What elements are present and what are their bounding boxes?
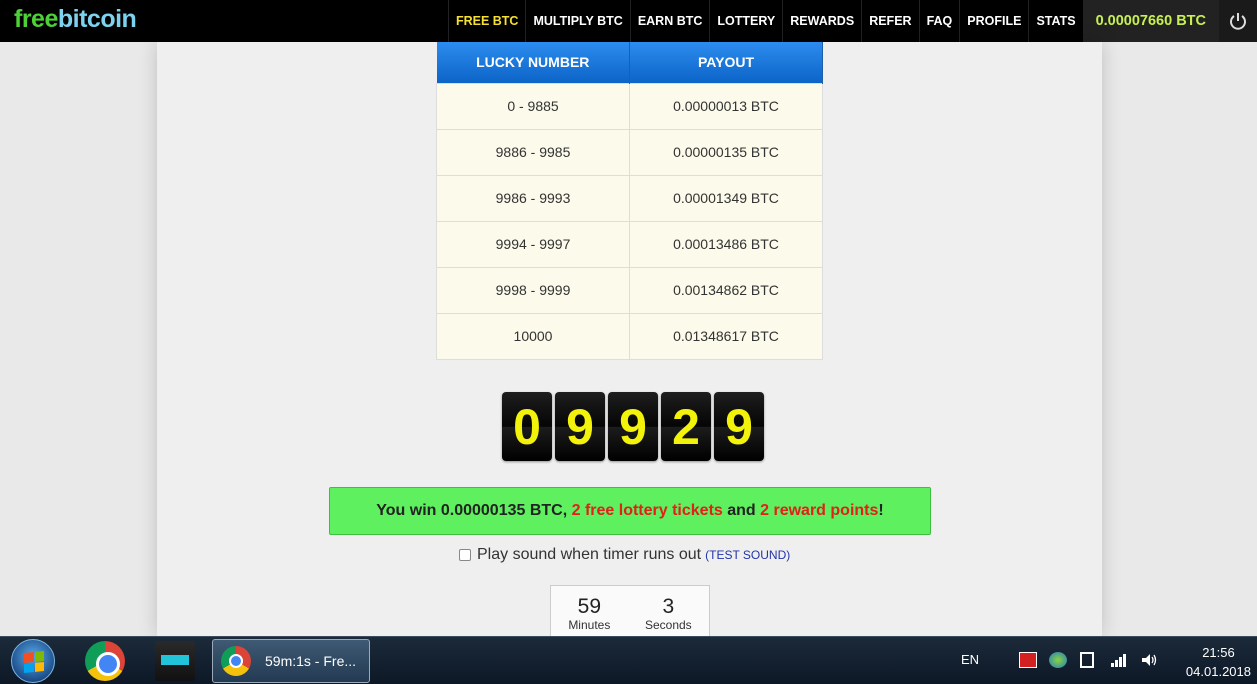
lucky-range-cell: 0 - 9885: [436, 82, 630, 130]
clock-time: 21:56: [1202, 645, 1235, 660]
logout-button[interactable]: [1219, 0, 1257, 42]
lucky-digit: 9: [608, 392, 658, 461]
nav-refer[interactable]: REFER: [861, 0, 918, 42]
nav-stats[interactable]: STATS: [1028, 0, 1082, 42]
sound-option: Play sound when timer runs out (TEST SOU…: [459, 546, 790, 564]
table-row: 9986 - 9993 0.00001349 BTC: [436, 174, 823, 222]
test-sound-link[interactable]: TEST SOUND: [709, 548, 786, 562]
nav-rewards[interactable]: REWARDS: [782, 0, 861, 42]
logo-text-bitcoin: bitcoin: [57, 5, 137, 33]
payout-table-header: LUCKY NUMBER PAYOUT: [436, 42, 823, 83]
seconds-label: Seconds: [644, 618, 692, 632]
header-payout: PAYOUT: [629, 42, 823, 83]
clock-date: 04.01.2018: [1185, 664, 1251, 679]
header-lucky-number: LUCKY NUMBER: [436, 42, 630, 83]
security-tray-icon[interactable]: [1019, 652, 1037, 668]
table-row: 10000 0.01348617 BTC: [436, 312, 823, 360]
payout-table: LUCKY NUMBER PAYOUT 0 - 9885 0.00000013 …: [436, 42, 823, 360]
printer-app-icon[interactable]: [155, 641, 195, 681]
logo-text-free: free: [14, 5, 58, 33]
volume-icon[interactable]: [1140, 652, 1158, 668]
reward-points-text: 2 reward points: [760, 502, 879, 519]
freebitcoin-logo[interactable]: freebitcoin: [14, 5, 137, 34]
lucky-digit: 9: [555, 392, 605, 461]
lucky-range-cell: 9994 - 9997: [436, 220, 630, 268]
win-message: You win 0.00000135 BTC, 2 free lottery t…: [329, 487, 931, 535]
payout-cell: 0.00001349 BTC: [629, 174, 823, 222]
payout-cell: 0.00134862 BTC: [629, 266, 823, 314]
win-end-text: !: [878, 502, 884, 519]
lucky-digit: 0: [502, 392, 552, 461]
seconds-value: 3: [662, 595, 675, 618]
win-text: You win 0.00000135 BTC,: [376, 502, 568, 519]
payout-cell: 0.00000135 BTC: [629, 128, 823, 176]
start-button[interactable]: [11, 639, 55, 683]
paren-close: ): [786, 548, 791, 562]
network-globe-icon[interactable]: [1049, 652, 1067, 668]
balance-display: 0.00007660 BTC: [1082, 0, 1219, 42]
payout-cell: 0.01348617 BTC: [629, 312, 823, 360]
minutes-label: Minutes: [568, 618, 611, 632]
minutes-value: 59: [577, 595, 601, 618]
window-title: 59m:1s - Fre...: [265, 653, 357, 669]
play-sound-label[interactable]: Play sound when timer runs out: [477, 546, 701, 564]
power-status-icon[interactable]: [1080, 652, 1094, 668]
lottery-tickets-text: 2 free lottery tickets: [571, 502, 723, 519]
win-and-text: and: [722, 502, 761, 519]
timer-seconds: 3 Seconds: [645, 596, 692, 636]
countdown-timer: 59 Minutes 3 Seconds: [550, 585, 710, 636]
power-icon: [1230, 13, 1246, 30]
main-nav: FREE BTC MULTIPLY BTC EARN BTC LOTTERY R…: [447, 0, 1257, 42]
nav-lottery[interactable]: LOTTERY: [709, 0, 782, 42]
lucky-digit: 9: [714, 392, 764, 461]
lucky-range-cell: 9886 - 9985: [436, 128, 630, 176]
lucky-digit: 2: [661, 392, 711, 461]
nav-earn-btc[interactable]: EARN BTC: [629, 0, 710, 42]
table-row: 9994 - 9997 0.00013486 BTC: [436, 220, 823, 268]
windows-taskbar: 59m:1s - Fre... EN 21:56 04.01.2018: [0, 636, 1257, 684]
payout-cell: 0.00013486 BTC: [629, 220, 823, 268]
system-clock[interactable]: 21:56 04.01.2018: [1186, 643, 1251, 681]
nav-multiply-btc[interactable]: MULTIPLY BTC: [525, 0, 629, 42]
lucky-range-cell: 10000: [436, 312, 630, 360]
language-indicator[interactable]: EN: [961, 652, 979, 667]
lucky-range-cell: 9986 - 9993: [436, 174, 630, 222]
nav-profile[interactable]: PROFILE: [959, 0, 1028, 42]
chrome-taskbar-icon[interactable]: [85, 641, 125, 681]
windows-logo-icon: [24, 650, 44, 674]
timer-minutes: 59 Minutes: [568, 596, 610, 636]
top-navigation-bar: freebitcoin FREE BTC MULTIPLY BTC EARN B…: [0, 0, 1257, 42]
chrome-window-task[interactable]: 59m:1s - Fre...: [212, 639, 370, 683]
table-row: 9998 - 9999 0.00134862 BTC: [436, 266, 823, 314]
payout-cell: 0.00000013 BTC: [629, 82, 823, 130]
table-row: 0 - 9885 0.00000013 BTC: [436, 82, 823, 130]
lucky-number-display: 0 9 9 2 9: [502, 392, 764, 461]
nav-free-btc[interactable]: FREE BTC: [447, 0, 526, 42]
table-row: 9886 - 9985 0.00000135 BTC: [436, 128, 823, 176]
signal-icon[interactable]: [1110, 652, 1128, 668]
play-sound-checkbox[interactable]: [459, 549, 471, 561]
lucky-range-cell: 9998 - 9999: [436, 266, 630, 314]
nav-faq[interactable]: FAQ: [918, 0, 960, 42]
chrome-icon: [221, 646, 251, 676]
